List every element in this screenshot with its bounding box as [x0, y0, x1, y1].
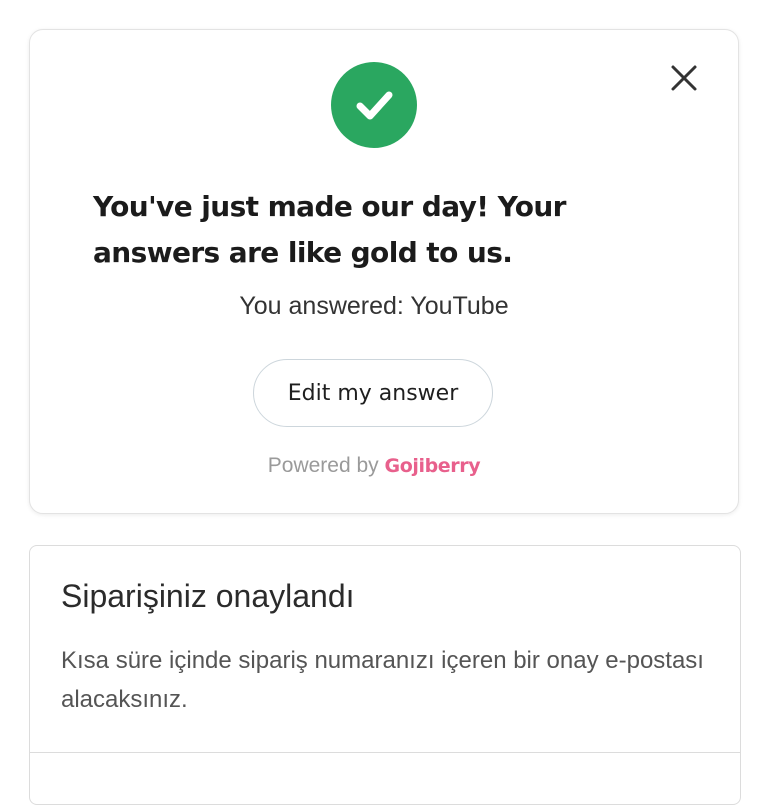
- thank-you-heading: You've just made our day! Your answers a…: [93, 190, 566, 269]
- gojiberry-brand-link[interactable]: Gojiberry: [385, 455, 481, 477]
- checkmark-icon: [331, 62, 417, 148]
- close-icon[interactable]: [666, 60, 702, 96]
- answered-text: You answered: YouTube: [239, 292, 509, 320]
- survey-thank-you-card: You've just made our day! Your answers a…: [29, 29, 739, 514]
- order-confirmation-card: Siparişiniz onaylandı Kısa süre içinde s…: [29, 545, 741, 805]
- order-confirmed-title: Siparişiniz onaylandı: [61, 578, 355, 614]
- divider: [30, 752, 740, 753]
- powered-by-label: Powered by: [267, 454, 385, 477]
- powered-by: Powered by Gojiberry: [30, 454, 718, 478]
- order-confirmation-message: Kısa süre içinde sipariş numaranızı içer…: [61, 647, 704, 713]
- edit-answer-button[interactable]: Edit my answer: [253, 359, 493, 427]
